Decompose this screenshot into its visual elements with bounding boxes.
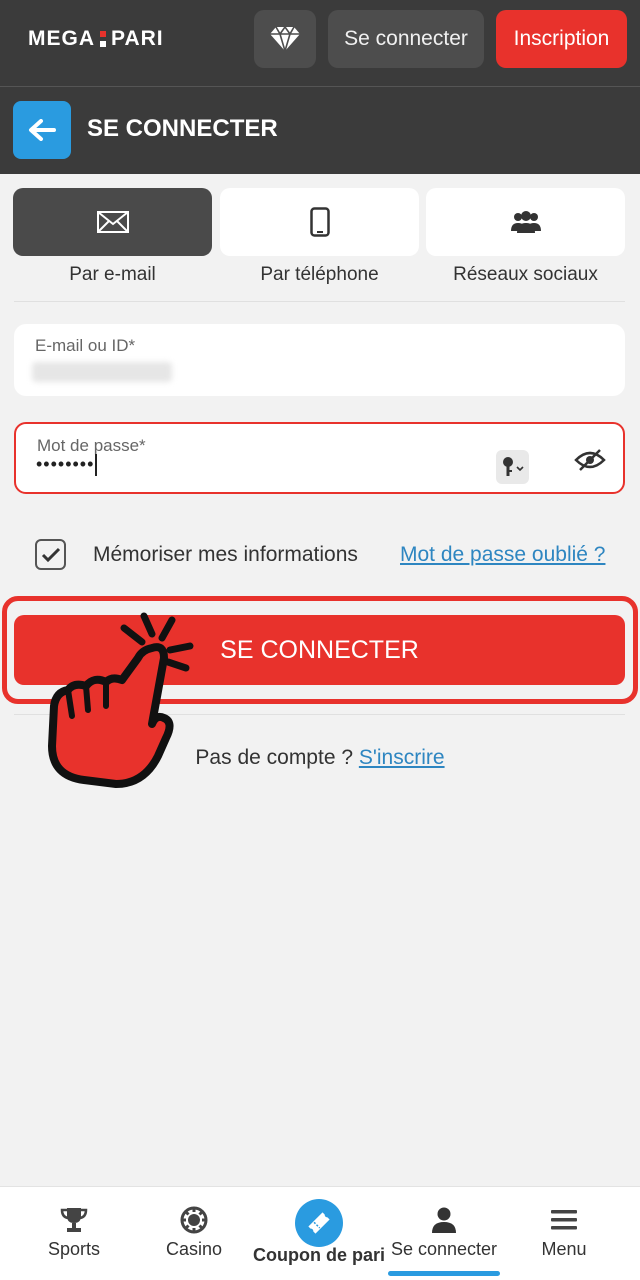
smartphone-icon [309, 207, 330, 237]
email-field-label: E-mail ou ID* [35, 336, 136, 355]
nav-menu-label: Menu [541, 1239, 587, 1259]
nav-menu[interactable]: Menu [524, 1187, 604, 1280]
active-tab-indicator [388, 1271, 500, 1276]
users-icon [510, 211, 541, 233]
signup-link[interactable]: S'inscrire [359, 746, 445, 769]
vip-button[interactable] [254, 10, 316, 68]
logo-text-right: PARI [111, 27, 164, 50]
password-field-label: Mot de passe* [37, 436, 146, 455]
hamburger-menu-icon [551, 1210, 577, 1230]
megapari-logo[interactable]: MEGA PARI [28, 27, 164, 50]
signup-prompt-text: Pas de compte ? [195, 746, 354, 769]
casino-chip-icon [180, 1206, 208, 1234]
remember-checkbox[interactable] [35, 539, 66, 570]
tab-email-label: Par e-mail [69, 264, 156, 285]
diamond-icon [270, 25, 300, 52]
remember-label[interactable]: Mémoriser mes informations [93, 543, 358, 567]
email-value-redacted [32, 362, 172, 382]
register-button[interactable]: Inscription [496, 10, 627, 68]
tab-social[interactable] [426, 188, 625, 256]
user-icon [432, 1207, 456, 1233]
back-button[interactable] [13, 101, 71, 159]
bottom-navigation: Sports Casino Coupon de pari Se connecte… [0, 1186, 640, 1280]
logo-dots [100, 31, 106, 47]
eye-slash-icon [574, 449, 606, 471]
nav-coupon-label: Coupon de pari [253, 1245, 385, 1265]
password-field[interactable]: Mot de passe* •••••••• [14, 422, 625, 494]
email-field[interactable]: E-mail ou ID* [14, 324, 625, 396]
nav-sports-label: Sports [47, 1239, 101, 1259]
divider [14, 301, 625, 302]
tab-phone-label: Par téléphone [260, 264, 379, 285]
arrow-left-icon [29, 119, 56, 141]
top-login-button[interactable]: Se connecter [328, 10, 484, 68]
checkmark-icon [41, 547, 60, 562]
nav-casino[interactable]: Casino [154, 1187, 234, 1280]
nav-casino-label: Casino [165, 1239, 223, 1259]
key-icon [502, 457, 524, 476]
nav-sports[interactable]: Sports [34, 1187, 114, 1280]
nav-login[interactable]: Se connecter [386, 1187, 502, 1280]
tab-phone[interactable] [220, 188, 419, 256]
top-bar: MEGA PARI Se connecter Inscription [0, 0, 640, 86]
nav-login-label: Se connecter [390, 1239, 498, 1259]
tab-email[interactable] [13, 188, 212, 256]
toggle-password-visibility[interactable] [572, 446, 608, 474]
envelope-icon [96, 211, 129, 233]
tab-social-label: Réseaux sociaux [453, 264, 598, 285]
password-value: •••••••• [36, 454, 98, 477]
forgot-password-link[interactable]: Mot de passe oublié ? [400, 543, 605, 567]
nav-coupon[interactable]: Coupon de pari [253, 1187, 385, 1280]
page-header: SE CONNECTER [0, 86, 640, 174]
password-manager-button[interactable] [496, 450, 529, 484]
page-title: SE CONNECTER [87, 115, 278, 142]
trophy-icon [60, 1208, 88, 1232]
pointing-hand-icon [48, 612, 194, 788]
logo-text-left: MEGA [28, 27, 95, 50]
